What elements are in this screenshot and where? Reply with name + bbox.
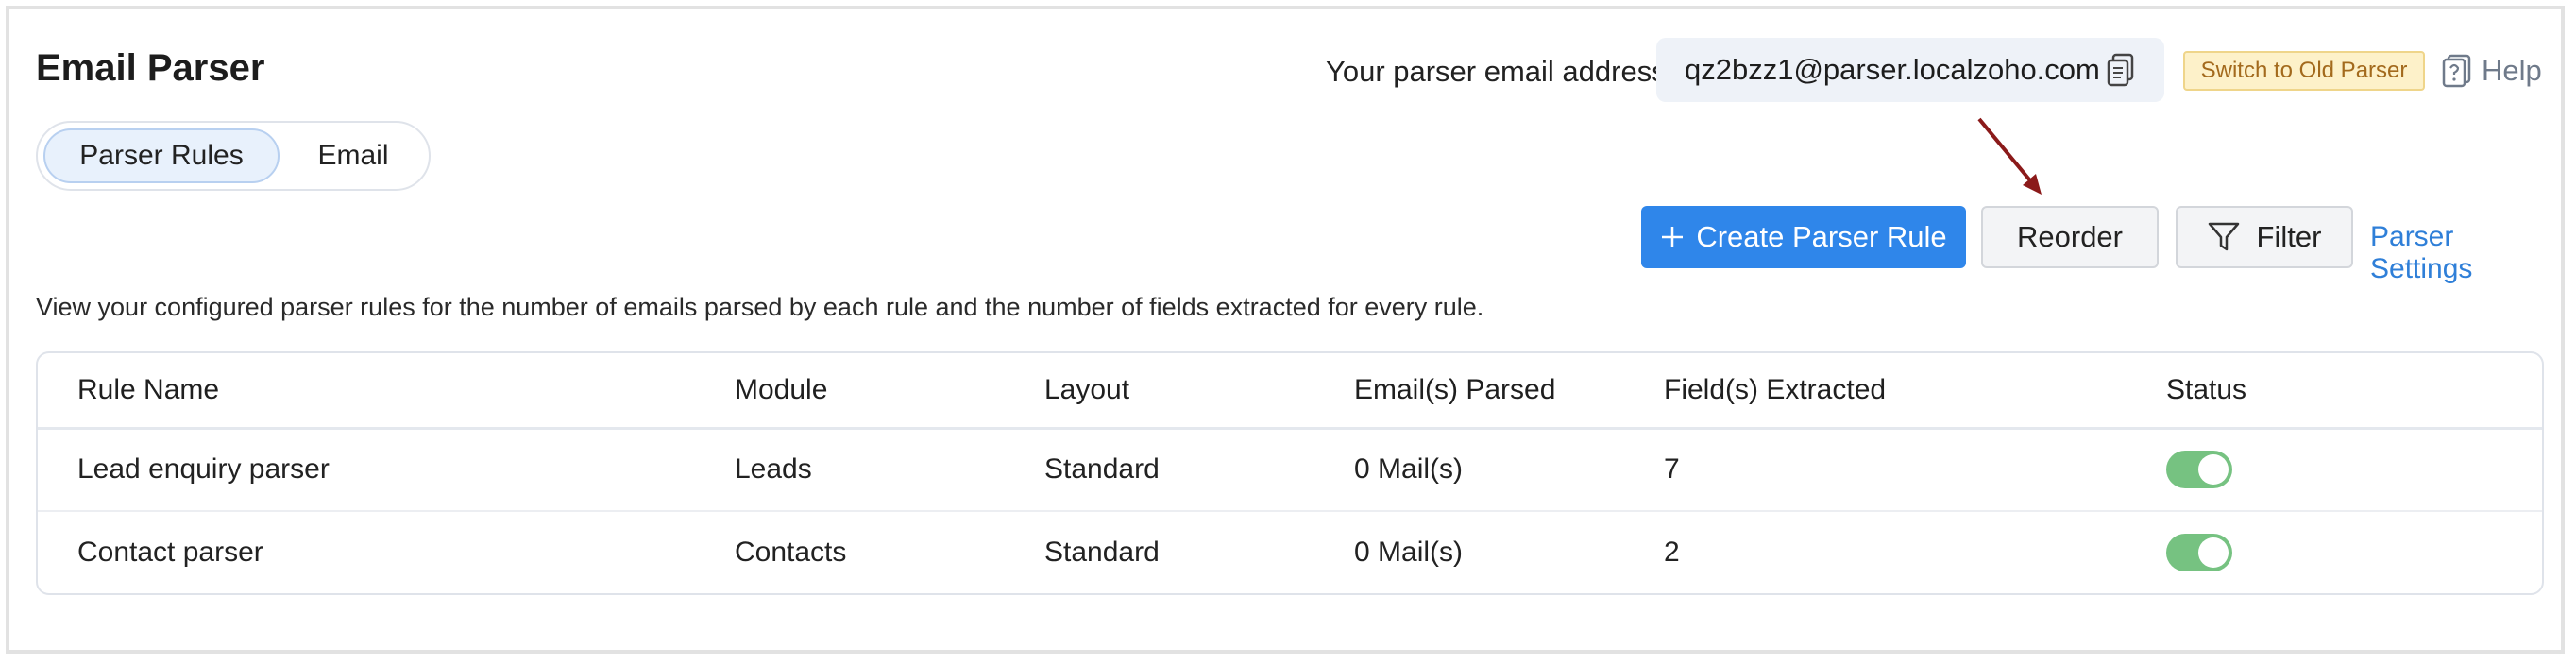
switch-to-old-parser-button[interactable]: Switch to Old Parser — [2183, 51, 2425, 91]
column-header-status[interactable]: Status — [2166, 353, 2246, 427]
parser-settings-link[interactable]: Parser Settings — [2370, 221, 2561, 285]
create-parser-rule-button[interactable]: Create Parser Rule — [1641, 206, 1966, 268]
fields-extracted-cell: 2 — [1664, 537, 1680, 568]
status-cell — [2166, 512, 2232, 593]
status-toggle[interactable] — [2166, 534, 2232, 571]
rule-name-cell[interactable]: Contact parser — [77, 512, 263, 593]
column-header-layout[interactable]: Layout — [1044, 353, 1129, 427]
app-window: Email Parser Your parser email address q… — [6, 6, 2565, 654]
parser-rules-table: Rule Name Module Layout Email(s) Parsed … — [36, 351, 2544, 595]
column-header-module[interactable]: Module — [735, 353, 827, 427]
column-header-fields-extracted[interactable]: Field(s) Extracted — [1664, 353, 1886, 427]
module-cell: Contacts — [735, 537, 847, 568]
table-header: Rule Name Module Layout Email(s) Parsed … — [38, 353, 2542, 430]
filter-label: Filter — [2256, 220, 2322, 253]
filter-icon — [2208, 222, 2239, 251]
table-row[interactable]: Lead enquiry parser Leads Standard 0 Mai… — [38, 429, 2542, 512]
layout-cell: Standard — [1044, 537, 1160, 568]
fields-extracted-cell: 7 — [1664, 453, 1680, 485]
help-icon — [2442, 54, 2471, 88]
help-link[interactable]: Help — [2442, 51, 2542, 91]
table-row[interactable]: Contact parser Contacts Standard 0 Mail(… — [38, 512, 2542, 593]
plus-icon — [1662, 227, 1684, 247]
status-cell — [2166, 429, 2232, 510]
rule-name-cell[interactable]: Lead enquiry parser — [77, 429, 330, 510]
parser-email-box[interactable]: qz2bzz1@parser.localzoho.com — [1656, 38, 2164, 102]
help-label: Help — [2482, 54, 2542, 87]
emails-parsed-cell: 0 Mail(s) — [1354, 537, 1464, 568]
create-parser-rule-label: Create Parser Rule — [1696, 220, 1947, 253]
annotation-arrow — [1977, 117, 2042, 195]
column-header-rule-name[interactable]: Rule Name — [77, 353, 219, 427]
status-toggle[interactable] — [2166, 451, 2232, 488]
tab-parser-rules[interactable]: Parser Rules — [43, 128, 280, 183]
reorder-button[interactable]: Reorder — [1981, 206, 2159, 268]
toggle-knob — [2198, 537, 2229, 568]
emails-parsed-cell: 0 Mail(s) — [1354, 453, 1464, 485]
parser-email-address: qz2bzz1@parser.localzoho.com — [1685, 53, 2100, 86]
layout-cell: Standard — [1044, 453, 1160, 485]
view-tabs: Parser Rules Email — [36, 121, 431, 191]
column-header-emails-parsed[interactable]: Email(s) Parsed — [1354, 353, 1555, 427]
filter-button[interactable]: Filter — [2176, 206, 2353, 268]
toggle-knob — [2198, 454, 2229, 485]
tab-email[interactable]: Email — [289, 128, 417, 183]
module-cell: Leads — [735, 453, 812, 485]
parser-email-label: Your parser email address — [1326, 55, 1667, 88]
page-title: Email Parser — [36, 47, 265, 89]
copy-icon[interactable] — [2106, 53, 2136, 87]
page-description: View your configured parser rules for th… — [36, 293, 1484, 321]
